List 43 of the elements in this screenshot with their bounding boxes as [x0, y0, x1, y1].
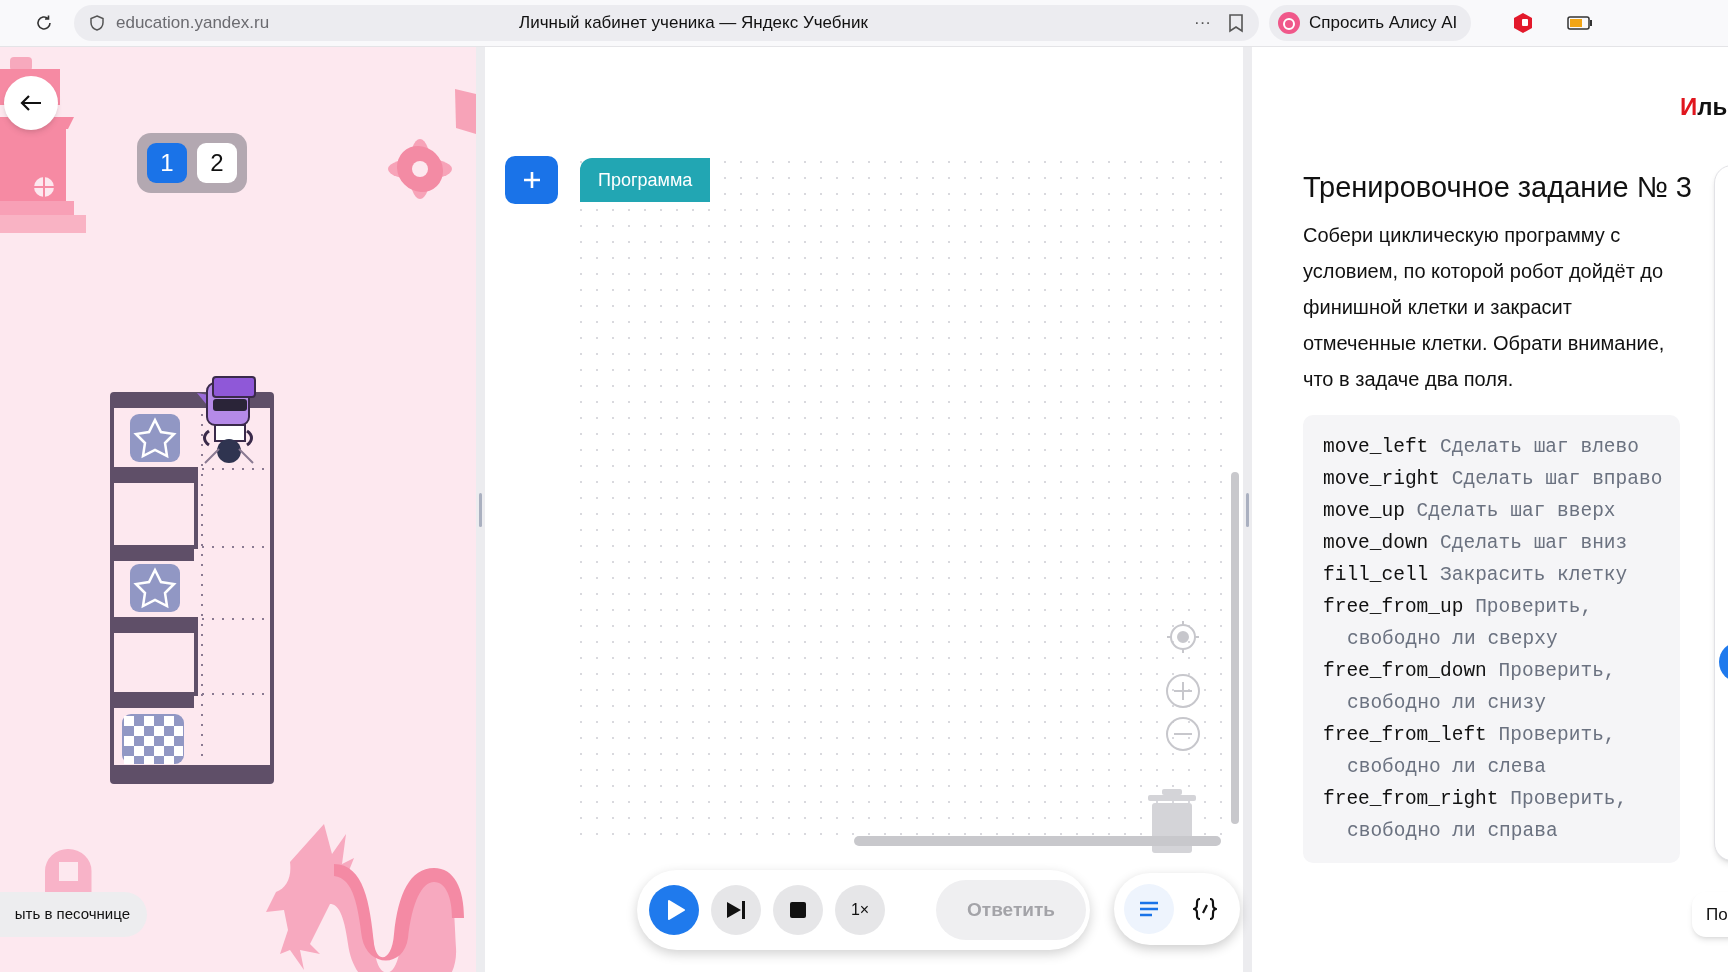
play-icon	[665, 899, 686, 921]
shield-icon[interactable]	[88, 14, 106, 32]
field-tab[interactable]: 1	[147, 143, 187, 183]
step-icon	[725, 900, 747, 920]
command-line: move_up Сделать шаг вверх	[1323, 499, 1617, 524]
battery-icon	[1567, 16, 1594, 30]
bookmark-icon[interactable]	[1227, 13, 1245, 33]
command-line: move_left Сделать шаг влево	[1323, 435, 1640, 460]
page-title: Личный кабинет ученика — Яндекс Учебник	[519, 12, 868, 35]
command-line: free_from_right Проверить, свободно ли справа	[1323, 787, 1629, 844]
command-line: move_right Сделать шаг вправо	[1323, 467, 1664, 492]
side-button[interactable]: По	[1692, 892, 1728, 937]
reload-icon[interactable]	[34, 13, 54, 33]
assistant-icon	[1277, 11, 1301, 35]
speed-button[interactable]: 1×	[835, 885, 885, 935]
code-icon	[1193, 898, 1217, 920]
back-arrow-icon	[20, 94, 42, 112]
ask-assistant-button[interactable]: Спросить Алису AI	[1269, 5, 1472, 41]
step-button[interactable]	[711, 885, 761, 935]
stop-square-icon	[790, 902, 806, 918]
command-line: fill_cell Закрасить клетку	[1323, 563, 1629, 588]
resize-handle[interactable]	[1246, 492, 1249, 527]
command-line: free_from_left Проверить, свободно ли слева	[1323, 723, 1617, 780]
stop-button[interactable]	[773, 885, 823, 935]
task-description: Собери циклическую программу с условием, по которой робот дойдёт до финишной клетки и закрасит отмеченные клетки. Обрати внимание, что в задаче два поля.	[1303, 223, 1666, 392]
command-line: free_from_down Проверить, свободно ли снизу	[1323, 659, 1617, 716]
field-tab[interactable]: 2	[197, 143, 237, 183]
address-bar[interactable]: education.yandex.ru Личный кабинет ученика — Яндекс Учебник ···	[74, 5, 1259, 41]
add-block-button[interactable]	[505, 156, 558, 204]
more-button[interactable]: ···	[1194, 10, 1211, 36]
list-icon	[1139, 901, 1159, 917]
user-name[interactable]: Иль	[1680, 89, 1728, 125]
resize-handle[interactable]	[479, 492, 482, 527]
plus-icon	[521, 170, 542, 190]
blocks-view-button[interactable]	[1124, 884, 1174, 934]
url-text[interactable]: education.yandex.ru	[116, 10, 270, 36]
task-title: Тренировочное задание № 3	[1303, 170, 1693, 205]
run-button[interactable]	[649, 885, 699, 935]
vertical-scrollbar[interactable]	[1231, 472, 1239, 824]
open-in-sandbox-button[interactable]: ыть в песочнице	[0, 892, 147, 937]
command-line: move_down Сделать шаг вниз	[1323, 531, 1629, 556]
command-line: free_from_up Проверить, свободно ли сверху	[1323, 595, 1594, 652]
horizontal-scrollbar[interactable]	[854, 836, 1221, 846]
